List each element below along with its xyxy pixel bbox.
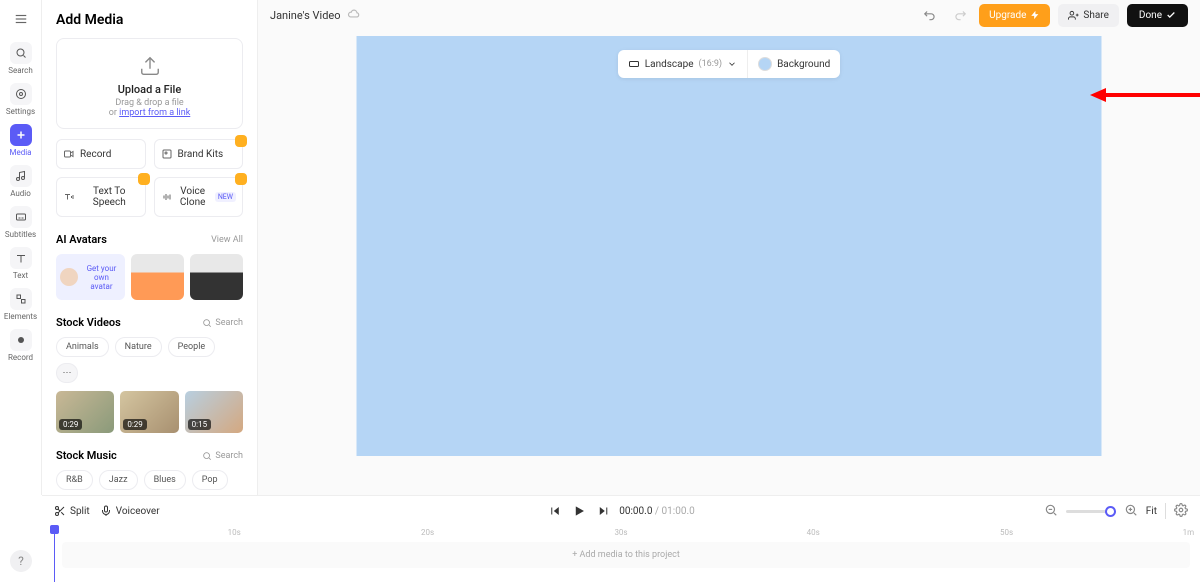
subtitles-icon: [10, 206, 32, 228]
voiceover-button[interactable]: Voiceover: [100, 505, 160, 517]
tag-blues[interactable]: Blues: [144, 470, 186, 490]
text-to-speech-button[interactable]: Text To Speech: [56, 177, 146, 217]
aspect-ratio-button[interactable]: Landscape (16:9): [618, 50, 748, 78]
panel-title: Add Media: [56, 12, 243, 28]
canvas-area: Landscape (16:9) Background: [258, 30, 1200, 495]
landscape-icon: [628, 58, 640, 70]
timeline-toolbar: Split Voiceover 00:00.0 / 01:00.0 Fit: [42, 495, 1200, 526]
mic-icon: [100, 505, 112, 517]
get-avatar-cta[interactable]: Get your own avatar: [56, 254, 125, 300]
timeline-settings-button[interactable]: [1174, 502, 1188, 521]
search-stock-music[interactable]: Search: [202, 451, 243, 461]
bolt-icon: [1030, 10, 1040, 20]
rail-media[interactable]: Media: [4, 122, 38, 159]
check-icon: [1166, 10, 1176, 20]
redo-button[interactable]: [949, 4, 971, 26]
new-badge: NEW: [215, 192, 236, 202]
stock-music-heading: Stock Music: [56, 449, 117, 462]
play-button[interactable]: [571, 503, 587, 519]
avatar-item[interactable]: [190, 254, 243, 300]
rail-settings[interactable]: Settings: [4, 81, 38, 118]
upload-title: Upload a File: [63, 83, 236, 96]
share-icon: [1068, 10, 1079, 21]
tag-people[interactable]: People: [168, 337, 216, 357]
elements-icon: [10, 288, 32, 310]
search-stock-videos[interactable]: Search: [202, 318, 243, 328]
audio-icon: [10, 165, 32, 187]
video-canvas[interactable]: [357, 36, 1102, 456]
ai-avatars-heading: AI Avatars: [56, 233, 107, 246]
upgrade-button[interactable]: Upgrade: [979, 4, 1050, 27]
plus-icon: [10, 124, 32, 146]
top-bar: Janine's Video Upgrade Share Done: [258, 0, 1200, 30]
fit-button[interactable]: Fit: [1146, 506, 1157, 517]
zoom-out-button[interactable]: [1044, 502, 1058, 521]
upload-subtitle: Drag & drop a file or import from a link: [63, 98, 236, 118]
time-ruler[interactable]: 10s 20s 30s 40s 50s 1m: [42, 526, 1200, 540]
scissors-icon: [54, 505, 66, 517]
media-track-placeholder[interactable]: + Add media to this project: [62, 542, 1190, 568]
search-icon: [202, 318, 212, 328]
avatar-item[interactable]: [131, 254, 184, 300]
premium-badge-icon: [138, 173, 150, 185]
avatar-face-icon: [60, 268, 78, 286]
tag-nature[interactable]: Nature: [115, 337, 162, 357]
tag-animals[interactable]: Animals: [56, 337, 109, 357]
rail-elements[interactable]: Elements: [4, 286, 38, 323]
undo-button[interactable]: [919, 4, 941, 26]
tag-more[interactable]: ⋯: [56, 363, 78, 383]
menu-icon[interactable]: [10, 8, 32, 30]
help-button[interactable]: ?: [10, 550, 32, 572]
project-title[interactable]: Janine's Video: [270, 9, 341, 22]
rail-subtitles[interactable]: Subtitles: [4, 204, 38, 241]
record-icon: [10, 329, 32, 351]
done-button[interactable]: Done: [1127, 4, 1188, 27]
playhead[interactable]: [54, 526, 55, 582]
rail-record[interactable]: Record: [4, 327, 38, 364]
search-icon: [10, 42, 32, 64]
stock-video-item[interactable]: 0:29: [120, 391, 178, 433]
settings-icon: [10, 83, 32, 105]
tag-rnb[interactable]: R&B: [56, 470, 93, 490]
rail-search[interactable]: Search: [4, 40, 38, 77]
record-button[interactable]: Record: [56, 139, 146, 169]
zoom-in-button[interactable]: [1124, 502, 1138, 521]
premium-badge-icon: [235, 173, 247, 185]
text-icon: [10, 247, 32, 269]
cloud-sync-icon: [347, 6, 361, 25]
zoom-slider[interactable]: [1066, 510, 1116, 513]
rail-text[interactable]: Text: [4, 245, 38, 282]
nav-rail: Search Settings Media Audio Subtitles Te…: [0, 0, 42, 495]
stock-video-item[interactable]: 0:29: [56, 391, 114, 433]
brand-kits-button[interactable]: Brand Kits: [154, 139, 244, 169]
skip-back-button[interactable]: [547, 503, 563, 519]
import-link[interactable]: import from a link: [119, 108, 190, 118]
voice-clone-button[interactable]: Voice Clone NEW: [154, 177, 244, 217]
chevron-down-icon: [727, 59, 737, 69]
view-all-avatars[interactable]: View All: [211, 235, 243, 245]
timeline[interactable]: 10s 20s 30s 40s 50s 1m + Add media to th…: [42, 526, 1200, 582]
rail-audio[interactable]: Audio: [4, 163, 38, 200]
search-icon: [202, 451, 212, 461]
upload-icon: [139, 55, 161, 77]
media-panel: Add Media Upload a File Drag & drop a fi…: [42, 0, 258, 495]
arrow-annotation-icon: [1090, 86, 1200, 108]
split-button[interactable]: Split: [54, 505, 90, 517]
tag-pop[interactable]: Pop: [192, 470, 228, 490]
tag-jazz[interactable]: Jazz: [99, 470, 138, 490]
canvas-toolbar: Landscape (16:9) Background: [618, 50, 841, 78]
background-button[interactable]: Background: [748, 50, 840, 78]
share-button[interactable]: Share: [1058, 4, 1118, 27]
stock-video-item[interactable]: 0:15: [185, 391, 243, 433]
color-swatch-icon: [758, 57, 772, 71]
premium-badge-icon: [235, 135, 247, 147]
skip-forward-button[interactable]: [595, 503, 611, 519]
upload-dropzone[interactable]: Upload a File Drag & drop a file or impo…: [56, 38, 243, 129]
time-display: 00:00.0 / 01:00.0: [619, 506, 694, 517]
stock-videos-heading: Stock Videos: [56, 316, 121, 329]
